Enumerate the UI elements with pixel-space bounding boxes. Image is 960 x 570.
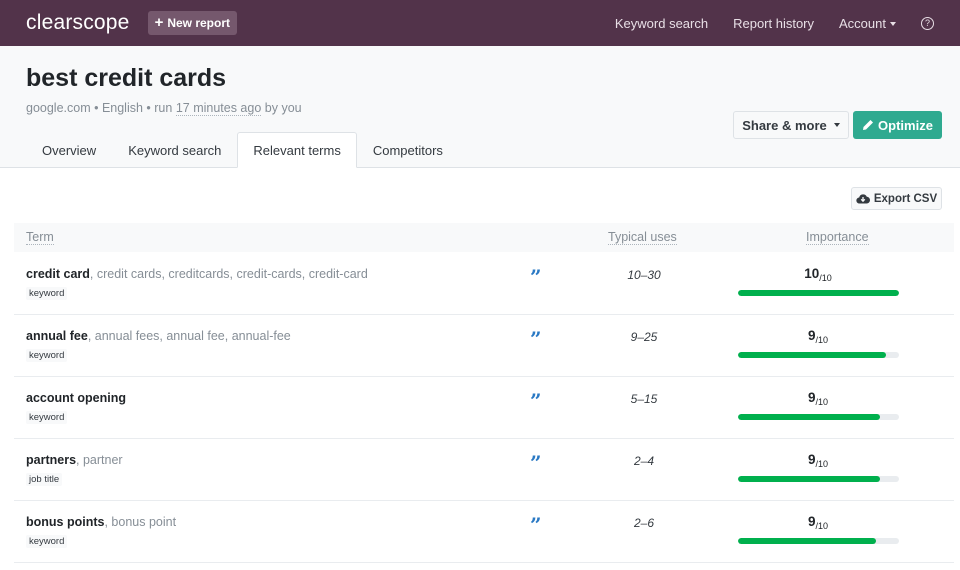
caret-down-icon (890, 22, 896, 27)
importance-value: 9 (807, 390, 816, 405)
table-header: Term Typical uses Importance (14, 223, 954, 252)
term-type-tag: keyword (26, 287, 68, 300)
typical-uses: 2–4 (633, 454, 655, 468)
typical-uses: 5–15 (630, 392, 658, 406)
run-time: 17 minutes ago (175, 101, 262, 116)
table-row: bonus points, bonus point keyword ” 2–6 9/10 (14, 501, 954, 563)
importance-bar-fill (738, 538, 877, 544)
importance-value: 9 (807, 328, 816, 343)
quote-icon[interactable]: ” (530, 453, 542, 473)
nav-report-history[interactable]: Report history (733, 16, 814, 31)
share-label: Share & more (742, 117, 827, 133)
importance-score: 9/10 (738, 452, 898, 469)
page-title: best credit cards (26, 64, 227, 92)
term-primary: bonus points (26, 515, 105, 529)
column-term[interactable]: Term (26, 231, 54, 245)
tab-competitors[interactable]: Competitors (357, 132, 459, 168)
importance-bar (738, 290, 899, 296)
caret-down-icon (833, 123, 840, 127)
term-variants: , annual fees, annual fee, annual-fee (87, 329, 291, 343)
importance-score: 9/10 (738, 514, 898, 531)
table-row: annual fee, annual fees, annual fee, ann… (14, 315, 954, 377)
tab-keyword-search[interactable]: Keyword search (112, 132, 237, 168)
meta-prefix: google.com • English • run (26, 101, 176, 115)
nav-account-dropdown[interactable]: Account (839, 16, 896, 31)
nav-links: Keyword search Report history Account ? (615, 16, 934, 31)
table-row: credit card, credit cards, creditcards, … (14, 253, 954, 315)
pencil-icon (863, 120, 874, 130)
importance-max: /10 (815, 521, 829, 531)
importance-score: 9/10 (738, 390, 898, 407)
term-variants: , credit cards, creditcards, credit-card… (89, 267, 368, 281)
table-row: partners, partner job title ” 2–4 9/10 (14, 439, 954, 501)
help-icon[interactable]: ? (921, 16, 934, 30)
quote-icon[interactable]: ” (530, 329, 542, 349)
importance-bar (738, 352, 899, 358)
typical-uses: 2–6 (633, 516, 655, 530)
term-type-tag: keyword (26, 349, 68, 362)
new-report-button[interactable]: + New report (147, 11, 238, 35)
logo[interactable]: clearscope (26, 11, 130, 35)
table-row: account opening keyword ” 5–15 9/10 (14, 377, 954, 439)
quote-icon[interactable]: ” (530, 267, 542, 287)
term-type-tag: keyword (26, 411, 68, 424)
term-text: credit card, credit cards, creditcards, … (26, 267, 368, 281)
export-label: Export CSV (873, 192, 938, 205)
importance-bar-fill (738, 352, 887, 358)
importance-score: 10/10 (738, 266, 898, 283)
term-type-tag: keyword (26, 535, 68, 548)
importance-bar (738, 414, 899, 420)
export-csv-button[interactable]: Export CSV (851, 187, 942, 210)
term-text: account opening (26, 391, 126, 405)
account-label: Account (839, 15, 886, 31)
term-primary: partners (26, 453, 77, 467)
meta-suffix: by you (261, 101, 302, 115)
term-text: annual fee, annual fees, annual fee, ann… (26, 329, 291, 343)
typical-uses: 9–25 (630, 330, 658, 344)
term-type-tag: job title (26, 473, 63, 486)
optimize-button[interactable]: Optimize (853, 111, 942, 139)
term-text: partners, partner (26, 453, 123, 467)
quote-icon[interactable]: ” (530, 515, 542, 535)
tab-overview[interactable]: Overview (26, 132, 112, 168)
share-more-button[interactable]: Share & more (733, 111, 849, 139)
report-meta: google.com • English • run 17 minutes ag… (26, 101, 302, 116)
report-tabs: Overview Keyword search Relevant terms C… (26, 132, 459, 168)
column-typical-uses[interactable]: Typical uses (608, 231, 677, 245)
new-report-label: New report (167, 16, 231, 30)
importance-score: 9/10 (738, 328, 898, 345)
importance-bar (738, 476, 899, 482)
top-navbar: clearscope + New report Keyword search R… (0, 0, 960, 46)
term-variants: , bonus point (104, 515, 177, 529)
term-primary: annual fee (26, 329, 88, 343)
column-importance[interactable]: Importance (806, 231, 869, 245)
importance-value: 9 (807, 514, 816, 529)
importance-bar-fill (738, 476, 880, 482)
quote-icon[interactable]: ” (530, 391, 542, 411)
term-text: bonus points, bonus point (26, 515, 176, 529)
importance-max: /10 (815, 335, 829, 345)
optimize-label: Optimize (878, 117, 933, 133)
importance-bar (738, 538, 899, 544)
report-header: best credit cards google.com • English •… (0, 46, 960, 168)
typical-uses: 10–30 (627, 268, 661, 282)
importance-bar-fill (738, 414, 880, 420)
importance-value: 9 (807, 452, 816, 467)
term-variants: , partner (76, 453, 123, 467)
nav-keyword-search[interactable]: Keyword search (615, 16, 708, 31)
cloud-download-icon (856, 194, 870, 204)
plus-icon: + (154, 14, 164, 31)
importance-max: /10 (815, 397, 829, 407)
importance-max: /10 (819, 273, 832, 283)
importance-value: 10 (804, 266, 820, 281)
term-primary: credit card (26, 267, 90, 281)
tab-relevant-terms[interactable]: Relevant terms (237, 132, 357, 168)
importance-bar-fill (738, 290, 899, 296)
term-primary: account opening (26, 391, 126, 405)
importance-max: /10 (815, 459, 829, 469)
